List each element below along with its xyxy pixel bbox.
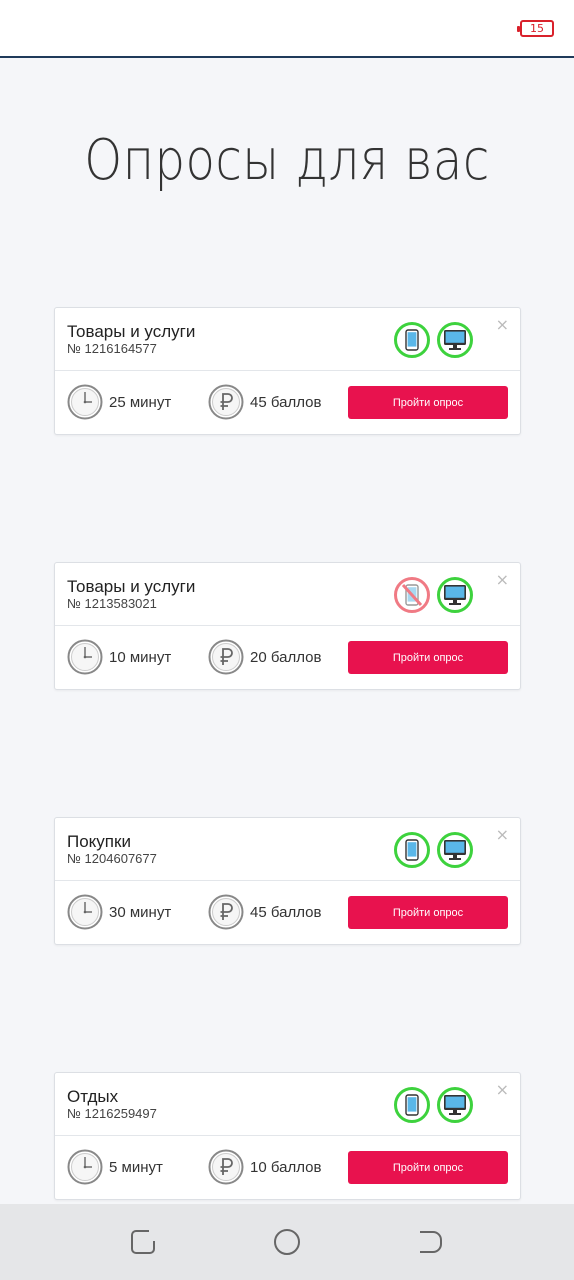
survey-number: № 1213583021 [67,596,157,611]
smartphone-icon [394,1087,430,1123]
survey-card: Отдых № 1216259497 × 5 минут 10 баллов П… [54,1072,521,1200]
survey-points: 10 баллов [250,1159,322,1176]
survey-number: № 1204607677 [67,851,157,866]
monitor-icon [437,1087,473,1123]
ruble-coin-icon [208,1149,244,1185]
smartphone-icon [394,832,430,868]
survey-duration: 30 минут [109,904,172,921]
page-title: Опросы для вас [84,128,490,193]
close-icon[interactable]: × [496,1080,509,1099]
smartphone-unavailable-icon [394,577,430,613]
navigation-bar [0,1204,574,1280]
survey-card-footer: 10 минут 20 баллов Пройти опрос [55,626,520,690]
monitor-icon [437,577,473,613]
survey-card: Товары и услуги № 1216164577 × 25 минут … [54,307,521,435]
survey-card-header: Покупки № 1204607677 × [55,818,520,881]
survey-points: 45 баллов [250,904,322,921]
survey-number: № 1216164577 [67,341,157,356]
survey-duration: 25 минут [109,394,172,411]
clock-icon [67,894,103,930]
survey-title: Товары и услуги [67,322,196,341]
battery-icon: 15 [517,20,554,37]
survey-card-footer: 30 минут 45 баллов Пройти опрос [55,881,520,945]
survey-card: Товары и услуги № 1213583021 × 10 минут … [54,562,521,690]
smartphone-icon [394,322,430,358]
clock-icon [67,1149,103,1185]
clock-icon [67,639,103,675]
take-survey-button[interactable]: Пройти опрос [348,386,508,419]
clock-icon [67,384,103,420]
home-icon[interactable] [271,1226,303,1258]
ruble-coin-icon [208,639,244,675]
survey-card-header: Товары и услуги № 1213583021 × [55,563,520,626]
survey-card: Покупки № 1204607677 × 30 минут 45 балло… [54,817,521,945]
monitor-icon [437,322,473,358]
take-survey-button[interactable]: Пройти опрос [348,641,508,674]
ruble-coin-icon [208,894,244,930]
survey-title: Отдых [67,1087,119,1106]
monitor-icon [437,832,473,868]
survey-title: Товары и услуги [67,577,196,596]
survey-duration: 5 минут [109,1159,163,1176]
survey-points: 45 баллов [250,394,322,411]
take-survey-button[interactable]: Пройти опрос [348,1151,508,1184]
close-icon[interactable]: × [496,825,509,844]
survey-card-header: Товары и услуги № 1216164577 × [55,308,520,371]
status-bar: 15 [0,0,574,58]
survey-card-footer: 5 минут 10 баллов Пройти опрос [55,1136,520,1200]
survey-points: 20 баллов [250,649,322,666]
survey-number: № 1216259497 [67,1106,157,1121]
survey-card-header: Отдых № 1216259497 × [55,1073,520,1136]
take-survey-button[interactable]: Пройти опрос [348,896,508,929]
close-icon[interactable]: × [496,570,509,589]
survey-card-footer: 25 минут 45 баллов Пройти опрос [55,371,520,435]
close-icon[interactable]: × [496,315,509,334]
survey-duration: 10 минут [109,649,172,666]
ruble-coin-icon [208,384,244,420]
survey-title: Покупки [67,832,131,851]
back-icon[interactable] [414,1226,446,1258]
recent-apps-icon[interactable] [127,1226,159,1258]
